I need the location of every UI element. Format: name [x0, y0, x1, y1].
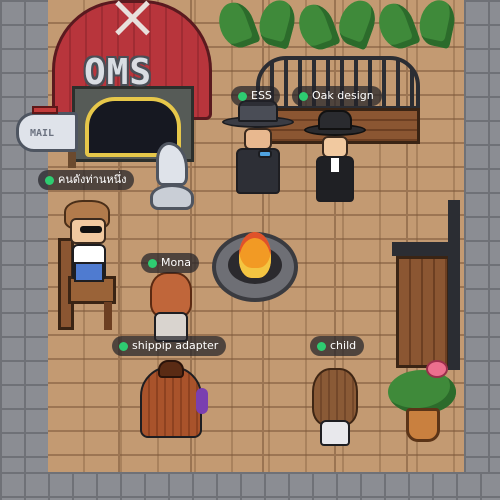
avatar-child[interactable]: [310, 368, 360, 448]
player-name: shippip adapter: [132, 339, 219, 352]
mailbox-flag-icon: [32, 106, 58, 114]
sunglasses-icon: [80, 226, 102, 233]
avatar-hat-top: [318, 110, 352, 130]
avatar-body: [320, 420, 350, 446]
avatar-oak-design[interactable]: [304, 108, 366, 204]
online-status-icon: [45, 176, 54, 185]
player-tag-mona: Mona: [141, 253, 199, 273]
player-tag-ess: ESS: [231, 86, 280, 106]
stone-wall-bottom: [0, 472, 500, 500]
player-name: คนดังท่านหนึ่ง: [58, 173, 127, 186]
barn-cross-icon: [110, 0, 154, 34]
chess-knight-statue[interactable]: [150, 142, 194, 210]
player-tag-child: child: [310, 336, 365, 356]
statue-base: [150, 184, 194, 210]
avatar-thai-name[interactable]: [62, 200, 114, 284]
avatar-cape-accent: [196, 388, 208, 414]
statue-head: [156, 142, 188, 186]
online-status-icon: [148, 259, 157, 268]
player-name: ESS: [251, 89, 272, 102]
shirt-collar: [331, 158, 339, 172]
avatar-shippip-adapter[interactable]: [136, 360, 208, 440]
side-bench-rail: [448, 200, 460, 370]
avatar-hair: [312, 368, 358, 426]
game-scene[interactable]: OMS MAIL ESS Oak design คนดังท่านหนึ่ง M…: [0, 0, 500, 500]
chair-leg: [104, 302, 112, 330]
stone-wall-left: [0, 0, 48, 500]
online-status-icon: [299, 92, 308, 101]
player-tag-oak-design: Oak design: [292, 86, 382, 106]
side-bench-arm: [392, 242, 460, 256]
campfire-pit[interactable]: [212, 232, 298, 302]
player-name: child: [330, 339, 357, 352]
barn-sign: OMS: [84, 52, 153, 93]
avatar-hood: [158, 360, 184, 378]
player-name: Mona: [161, 256, 191, 269]
player-name: Oak design: [312, 89, 374, 102]
avatar-pants: [74, 262, 104, 282]
player-tag-thai-name: คนดังท่านหนึ่ง: [38, 170, 135, 190]
online-status-icon: [317, 342, 326, 351]
avatar-face: [322, 136, 348, 158]
avatar-ess[interactable]: [222, 100, 294, 196]
online-status-icon: [119, 342, 128, 351]
avatar-mona[interactable]: [146, 272, 196, 344]
player-tag-shippip-adapter: shippip adapter: [112, 336, 227, 356]
flower-icon: [426, 360, 448, 378]
fire-icon: [239, 232, 271, 278]
stone-wall-right: [464, 0, 500, 500]
online-status-icon: [238, 92, 247, 101]
plant-pot: [406, 408, 440, 442]
side-bench-seat: [396, 256, 450, 368]
mailbox-post: [68, 152, 76, 168]
mailbox-label: MAIL: [30, 128, 55, 139]
side-bench[interactable]: [392, 200, 464, 370]
hedge-plants: [213, 0, 464, 55]
goggles-icon: [258, 150, 272, 158]
potted-plant[interactable]: [384, 358, 460, 444]
avatar-face: [244, 128, 272, 150]
mailbox[interactable]: MAIL: [8, 106, 78, 168]
